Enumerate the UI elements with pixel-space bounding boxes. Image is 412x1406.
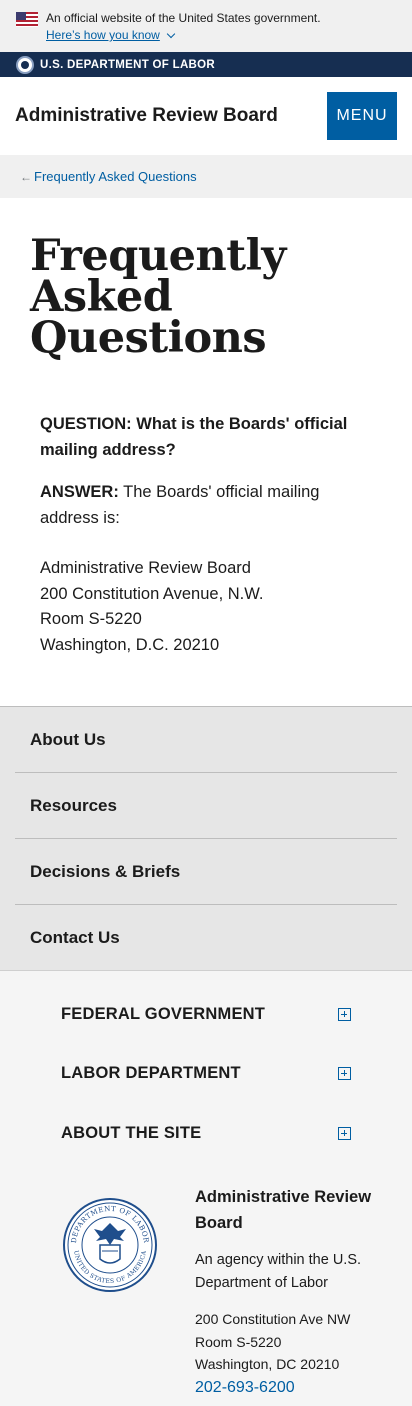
address-line: Washington, D.C. 20210 bbox=[40, 635, 220, 654]
footer-nav: About Us Resources Decisions & Briefs Co… bbox=[0, 706, 412, 971]
agency-description: An agency within the U.S. Department of … bbox=[195, 1252, 362, 1291]
faq-question: QUESTION: What is the Boards' official m… bbox=[40, 415, 348, 459]
agency-address-line: Washington, DC 20210 bbox=[195, 1356, 340, 1372]
plus-square-icon bbox=[338, 1067, 351, 1080]
dol-bar: U.S. DEPARTMENT OF LABOR bbox=[0, 52, 412, 77]
chevron-down-icon bbox=[166, 29, 176, 38]
agency-phone-link[interactable]: 202-693-6200 bbox=[195, 1379, 295, 1396]
breadcrumb-link-faq[interactable]: Frequently Asked Questions bbox=[34, 169, 197, 184]
address-line: Administrative Review Board bbox=[40, 559, 251, 577]
accordion-label: ABOUT THE SITE bbox=[61, 1124, 202, 1142]
footer-nav-about-us[interactable]: About Us bbox=[15, 707, 397, 773]
site-header: Administrative Review Board MENU bbox=[0, 77, 412, 155]
arrow-left-icon: ← bbox=[20, 169, 32, 184]
agency-info: Administrative Review Board An agency wi… bbox=[195, 1184, 395, 1400]
dol-seal-icon: DEPARTMENT OF LABOR UNITED STATES OF AME… bbox=[63, 1198, 157, 1292]
accordion-about-the-site[interactable]: ABOUT THE SITE bbox=[61, 1124, 351, 1143]
page-title: Frequently Asked Questions bbox=[30, 231, 286, 363]
agency-name: Administrative Review Board bbox=[195, 1188, 372, 1232]
footer-nav-contact-us[interactable]: Contact Us bbox=[15, 905, 397, 971]
footer-nav-decisions-briefs[interactable]: Decisions & Briefs bbox=[15, 839, 397, 905]
accordion-label: FEDERAL GOVERNMENT bbox=[61, 1005, 266, 1023]
site-title-link[interactable]: Administrative Review Board bbox=[15, 105, 278, 127]
address-line: 200 Constitution Avenue, N.W. bbox=[40, 584, 264, 603]
agency-address: 200 Constitution Ave NW Room S-5220 Wash… bbox=[195, 1308, 395, 1376]
accordion-labor-department[interactable]: LABOR DEPARTMENT bbox=[61, 1064, 351, 1083]
footer-nav-resources[interactable]: Resources bbox=[15, 773, 397, 839]
main-content: Frequently Asked Questions QUESTION: Wha… bbox=[0, 198, 412, 658]
faq-answer: ANSWER: The Boards' official mailing add… bbox=[40, 479, 352, 531]
heres-how-you-know-link[interactable]: Here’s how you know bbox=[46, 27, 176, 44]
dol-seal-icon bbox=[16, 55, 34, 74]
plus-square-icon bbox=[338, 1127, 351, 1140]
breadcrumb: ← Frequently Asked Questions bbox=[0, 155, 412, 198]
dol-home-link[interactable]: U.S. DEPARTMENT OF LABOR bbox=[40, 59, 215, 71]
heres-how-you-know-label: Here’s how you know bbox=[46, 28, 160, 42]
faq-entry: QUESTION: What is the Boards' official m… bbox=[0, 359, 412, 658]
address-line: Room S-5220 bbox=[40, 610, 142, 628]
answer-label: ANSWER: bbox=[40, 483, 119, 501]
agency-address-line: Room S-5220 bbox=[195, 1333, 282, 1350]
menu-button[interactable]: MENU bbox=[327, 92, 397, 140]
accordion-federal-government[interactable]: FEDERAL GOVERNMENT bbox=[61, 1005, 351, 1024]
agency-address-line: 200 Constitution Ave NW bbox=[195, 1311, 351, 1327]
gov-banner: An official website of the United States… bbox=[0, 0, 412, 52]
us-flag-icon bbox=[16, 12, 38, 27]
gov-official-text: An official website of the United States… bbox=[46, 11, 321, 25]
mailing-address: Administrative Review Board 200 Constitu… bbox=[40, 556, 352, 658]
accordion-label: LABOR DEPARTMENT bbox=[61, 1064, 241, 1082]
plus-square-icon bbox=[338, 1008, 351, 1021]
